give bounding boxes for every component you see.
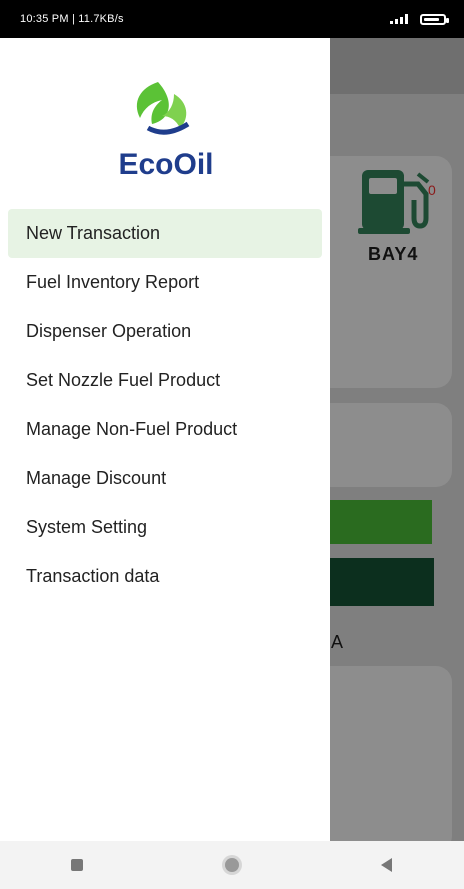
recents-icon xyxy=(71,859,84,871)
fuel-pump-icon xyxy=(358,170,430,234)
drawer-menu: New Transaction Fuel Inventory Report Di… xyxy=(8,209,322,601)
back-button[interactable] xyxy=(367,845,407,885)
status-icons xyxy=(390,13,449,25)
recents-button[interactable] xyxy=(57,845,97,885)
ecooil-logo: EcoOil xyxy=(118,82,214,181)
signal-icon xyxy=(390,14,408,24)
system-nav-bar xyxy=(0,841,464,889)
menu-item-manage-non-fuel-product[interactable]: Manage Non-Fuel Product xyxy=(8,405,322,454)
menu-item-system-setting[interactable]: System Setting xyxy=(8,503,322,552)
status-bar: 10:35 PM | 11.7KB/s xyxy=(0,0,464,38)
battery-icon xyxy=(420,13,449,25)
back-icon xyxy=(381,858,393,872)
partial-text: A xyxy=(331,632,344,652)
menu-item-new-transaction[interactable]: New Transaction xyxy=(8,209,322,258)
menu-item-transaction-data[interactable]: Transaction data xyxy=(8,552,322,601)
pump-count: 0 xyxy=(428,182,436,198)
brand-name: EcoOil xyxy=(118,148,213,181)
navigation-drawer: EcoOil New Transaction Fuel Inventory Re… xyxy=(0,38,330,841)
status-time: 10:35 PM | 11.7KB/s xyxy=(20,13,124,25)
menu-item-dispenser-operation[interactable]: Dispenser Operation xyxy=(8,307,322,356)
menu-item-fuel-inventory-report[interactable]: Fuel Inventory Report xyxy=(8,258,322,307)
home-button[interactable] xyxy=(212,845,252,885)
app-header xyxy=(330,38,464,94)
menu-item-set-nozzle-fuel-product[interactable]: Set Nozzle Fuel Product xyxy=(8,356,322,405)
menu-item-manage-discount[interactable]: Manage Discount xyxy=(8,454,322,503)
home-icon xyxy=(224,858,239,872)
bay-label: BAY4 xyxy=(368,244,419,264)
